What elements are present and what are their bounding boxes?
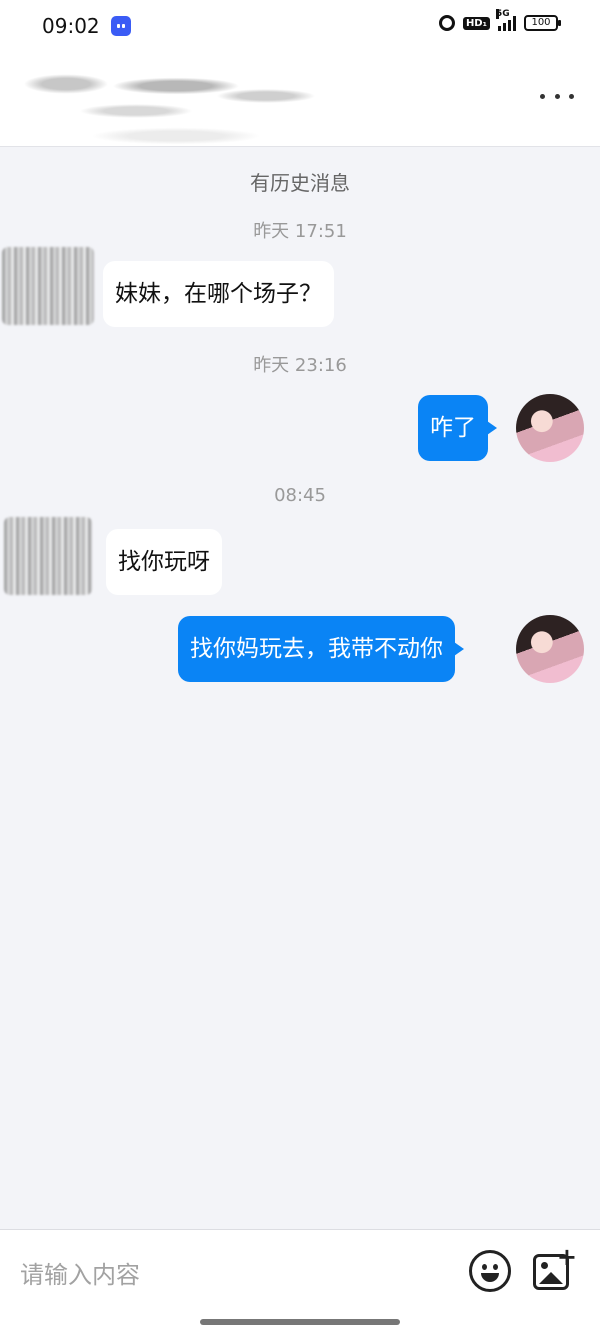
contact-name-redacted [16,66,326,146]
timestamp: 昨天 23:16 [253,355,347,376]
add-image-button[interactable]: + [533,1245,577,1292]
message-input[interactable] [18,1252,442,1298]
status-bar: 09:02 HD₁ 5G 100 [0,0,600,52]
alarm-icon [438,15,455,31]
message-bubble-sent[interactable]: 咋了 [418,395,497,461]
app-icon [111,16,131,36]
more-icon [540,93,545,99]
emoji-icon [482,1264,487,1270]
emoji-button[interactable] [469,1250,511,1292]
more-options-button[interactable] [540,88,574,104]
status-icons: HD₁ 5G 100 [438,9,561,31]
message-bubble-sent[interactable]: 找你妈玩去，我带不动你 [178,616,464,682]
my-avatar[interactable] [516,615,584,683]
network-label: 5G [496,9,510,19]
hd-icon: HD₁ [462,16,490,30]
history-notice[interactable]: 有历史消息 [0,167,600,196]
my-avatar[interactable] [516,394,584,462]
contact-avatar[interactable] [2,247,94,325]
status-time: 09:02 [42,14,100,38]
timestamp: 08:45 [274,485,326,506]
timestamp: 昨天 17:51 [253,221,347,242]
message-bubble-received[interactable]: 找你玩呀 [106,529,222,595]
home-indicator[interactable] [200,1319,400,1325]
message-bubble-received[interactable]: 妹妹，在哪个场子？ [103,261,334,327]
battery-icon: 100 [524,15,561,31]
contact-avatar[interactable] [4,517,92,595]
signal-icon: 5G [496,9,516,31]
chat-header [0,52,600,147]
message-list[interactable]: 有历史消息 昨天 17:51 妹妹，在哪个场子？ 昨天 23:16 咋了 08:… [0,147,600,1229]
